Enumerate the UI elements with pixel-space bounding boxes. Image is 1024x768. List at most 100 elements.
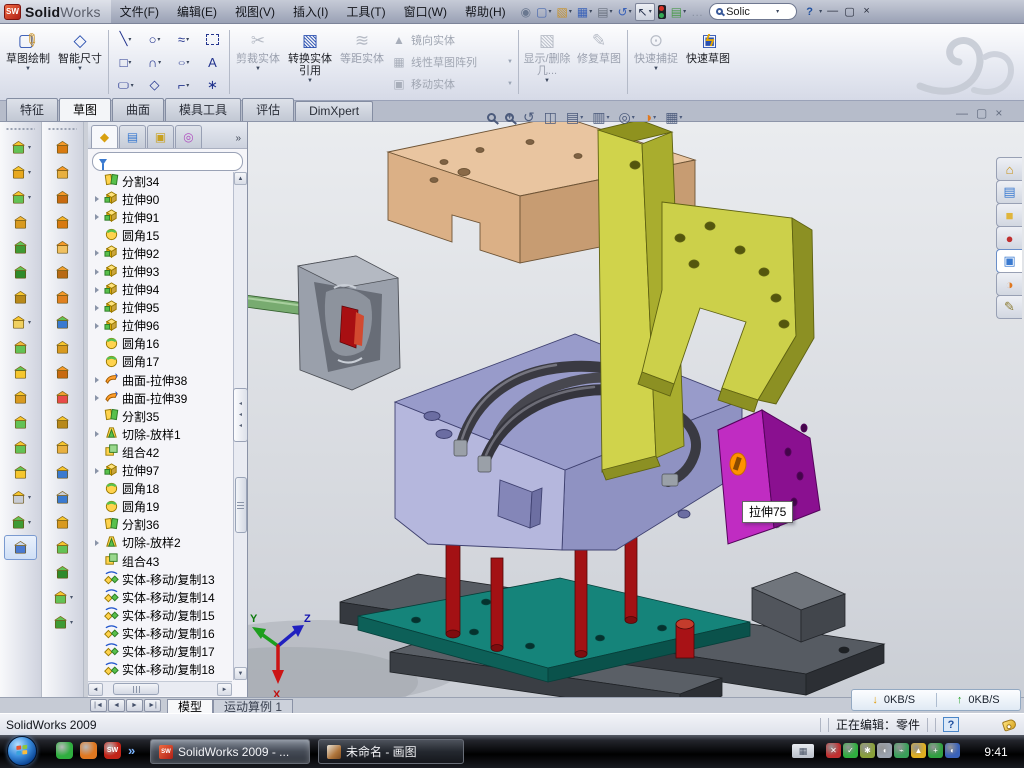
point-icon[interactable]: ∗	[198, 74, 227, 97]
dropdown-icon[interactable]: ▾	[548, 8, 551, 15]
dropdown-icon[interactable]: ▾	[28, 169, 31, 176]
dropdown-icon[interactable]: ▾	[649, 8, 652, 15]
expand-icon[interactable]	[93, 395, 101, 401]
tree-item[interactable]: 拉伸93	[88, 262, 233, 280]
rib-icon[interactable]	[0, 335, 41, 360]
curve2-icon[interactable]: ▾	[42, 610, 83, 635]
doc-minimize-button[interactable]: —	[956, 106, 968, 120]
sync-tray-icon[interactable]: ◐	[945, 743, 960, 758]
toolbar-grip[interactable]	[48, 125, 77, 132]
dropdown-icon[interactable]: ▾	[158, 59, 161, 66]
tooling-split-icon[interactable]	[42, 285, 83, 310]
tab-运动算例 1[interactable]: 运动算例 1	[213, 699, 293, 713]
configurationmanager-tab[interactable]: ▣	[147, 125, 174, 148]
tree-item[interactable]: 拉伸91	[88, 208, 233, 226]
move-entities-button[interactable]: ▣移动实体▼	[388, 73, 516, 95]
draft-icon[interactable]	[0, 360, 41, 385]
tree-item[interactable]: 曲面-拉伸39	[88, 389, 233, 407]
expand-icon[interactable]	[93, 214, 101, 220]
graphics-area[interactable]: Y Z X 拉伸75	[248, 122, 1024, 697]
dropdown-icon[interactable]: ▾	[610, 8, 613, 15]
convert-entities-button[interactable]: ▧ 转换实体引用 ▼	[284, 26, 336, 98]
ellipse-icon[interactable]: ○▾	[169, 51, 198, 74]
cavity-icon[interactable]	[42, 210, 83, 235]
dropdown-icon[interactable]: ▾	[683, 8, 686, 15]
network-tray-icon[interactable]: ⌁	[894, 743, 909, 758]
security-tray-icon[interactable]: ✓	[843, 743, 858, 758]
scrollbar-thumb[interactable]	[113, 683, 159, 695]
expand-icon[interactable]	[93, 287, 101, 293]
minimize-button[interactable]: —	[824, 5, 841, 18]
menu-item-6[interactable]: 帮助(H)	[456, 1, 515, 22]
quick-tips-button[interactable]: ?	[943, 717, 959, 732]
zoom-area-icon[interactable]	[505, 113, 514, 122]
tab-评估[interactable]: 评估	[242, 98, 294, 121]
solidworks-resources-tab[interactable]: ⌂	[996, 157, 1022, 181]
hole-wizard-icon[interactable]	[0, 285, 41, 310]
dropdown-icon[interactable]: ▾	[28, 494, 31, 501]
dome-icon[interactable]	[42, 560, 83, 585]
tree-item[interactable]: 圆角16	[88, 335, 233, 353]
shut-off-surface-icon[interactable]	[42, 235, 83, 260]
insert-mold-icon[interactable]	[42, 335, 83, 360]
flatten-surface-icon[interactable]	[42, 485, 83, 510]
tree-horizontal-scrollbar[interactable]: ◄ ►	[88, 681, 232, 696]
expand-icon[interactable]	[93, 250, 101, 256]
expand-icon[interactable]	[93, 305, 101, 311]
combine-icon[interactable]	[0, 435, 41, 460]
tree-item[interactable]: 分割36	[88, 516, 233, 534]
toolbar-grip[interactable]	[6, 125, 35, 132]
dropdown-icon[interactable]: ▾	[679, 114, 682, 121]
traffic-light-icon[interactable]	[656, 3, 668, 21]
start-button[interactable]	[7, 736, 37, 766]
fillet2-icon[interactable]	[42, 535, 83, 560]
parting-surface-icon[interactable]	[42, 260, 83, 285]
dropdown-icon[interactable]: ▾	[569, 8, 572, 15]
dropdown-icon[interactable]: ▾	[28, 319, 31, 326]
undercut-icon[interactable]	[42, 360, 83, 385]
tab-模型[interactable]: 模型	[167, 699, 213, 713]
extruded-cut-icon[interactable]: ▾	[0, 160, 41, 185]
tab-曲面[interactable]: 曲面	[112, 98, 164, 121]
expand-icon[interactable]	[93, 196, 101, 202]
tree-item[interactable]: 实体-移动/复制16	[88, 624, 233, 642]
menu-item-3[interactable]: 插入(I)	[284, 1, 337, 22]
parting-line-icon[interactable]	[42, 160, 83, 185]
tree-filter-box[interactable]	[92, 152, 243, 171]
pin-icon[interactable]: ◉	[519, 3, 533, 21]
tags-icon[interactable]	[1002, 718, 1017, 732]
dropdown-icon[interactable]: ▾	[653, 114, 656, 121]
dropdown-icon[interactable]: ▾	[632, 114, 635, 121]
circle-icon[interactable]: ○▾	[140, 28, 169, 51]
tree-item[interactable]: 组合43	[88, 552, 233, 570]
boundary-boss-icon[interactable]	[0, 260, 41, 285]
tree-item[interactable]: 实体-移动/复制18	[88, 661, 233, 679]
help-button[interactable]: ?	[801, 6, 818, 18]
dimxpertmanager-tab[interactable]: ◎	[175, 125, 202, 148]
dropdown-icon[interactable]: ▾	[28, 144, 31, 151]
save-icon[interactable]: ▦▾	[575, 3, 594, 21]
tab-nav-1[interactable]: ◄	[108, 699, 125, 712]
open-icon[interactable]: ▧▾	[554, 3, 573, 21]
undo-icon[interactable]: ↺▾	[616, 3, 634, 21]
apply-scene-icon[interactable]: ▦▾	[665, 109, 682, 126]
dropdown-icon[interactable]: ▾	[157, 36, 160, 43]
radiate-surface-icon[interactable]	[42, 460, 83, 485]
section-view-icon[interactable]: ◫	[544, 109, 557, 126]
line-icon[interactable]: ╲▾	[111, 28, 140, 51]
tree-item[interactable]: 组合42	[88, 443, 233, 461]
dropdown-icon[interactable]: ▾	[589, 8, 592, 15]
core-icon[interactable]	[42, 185, 83, 210]
taskbar-window-paint[interactable]: 未命名 - 画图	[318, 739, 464, 764]
hide-show-items-icon[interactable]: ◎▾	[618, 109, 634, 126]
scale-icon[interactable]	[42, 310, 83, 335]
dropdown-icon[interactable]: ▾	[128, 36, 131, 43]
rib-tool-icon[interactable]	[42, 435, 83, 460]
tree-item[interactable]: 圆角15	[88, 226, 233, 244]
text-icon[interactable]: A	[198, 51, 227, 74]
tab-模具工具[interactable]: 模具工具	[165, 98, 241, 121]
solidworks-search-tab[interactable]: ●	[996, 226, 1022, 250]
featuremanager-tab[interactable]: ◆	[91, 125, 118, 148]
dropdown-icon[interactable]: ▾	[186, 59, 189, 66]
offset-entities-button[interactable]: ≋ 等距实体	[336, 26, 388, 98]
